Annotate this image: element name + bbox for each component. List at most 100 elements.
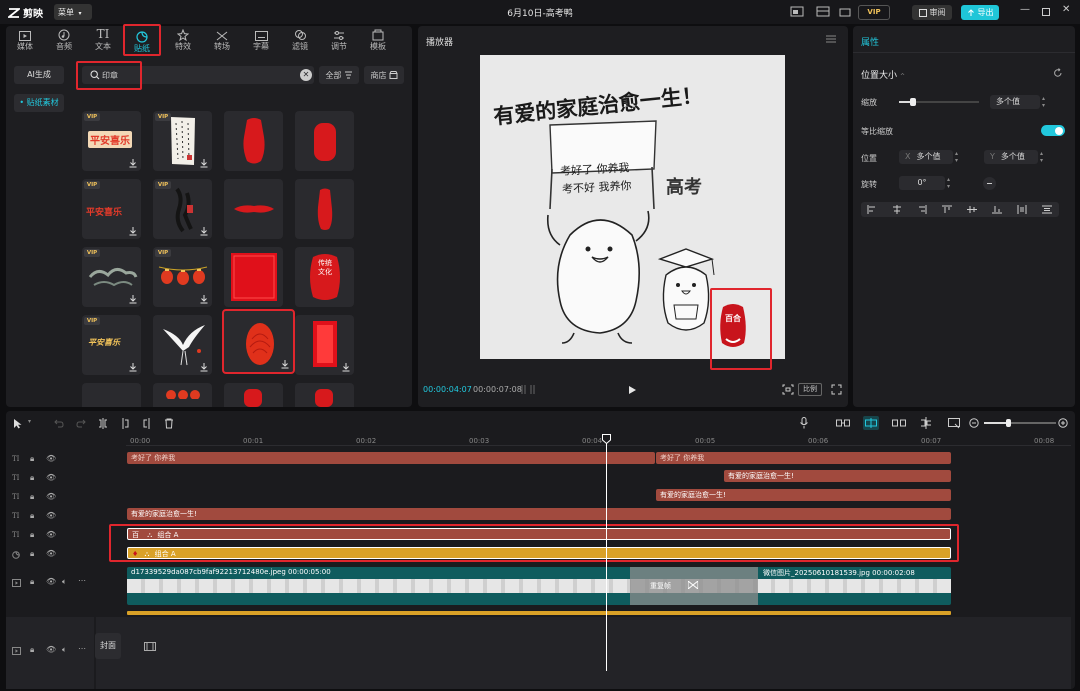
zoom-out-icon[interactable] <box>969 418 979 428</box>
split-icon[interactable] <box>98 418 108 429</box>
sticker-material-item[interactable]: • 贴纸素材 <box>14 94 64 112</box>
split-right-icon[interactable] <box>142 418 152 429</box>
zoom-in-icon[interactable] <box>1058 418 1068 428</box>
transition-bowtie-icon[interactable] <box>688 581 698 589</box>
eye-icon[interactable]: 👁︎ <box>46 577 56 586</box>
split-left-icon[interactable] <box>120 418 130 429</box>
lock-icon[interactable]: 🔒︎ <box>30 549 34 559</box>
lock-icon[interactable]: 🔒︎ <box>30 511 34 521</box>
zoom-slider-thumb[interactable] <box>1006 419 1011 427</box>
review-button[interactable]: 审阅 <box>912 5 952 20</box>
section-title[interactable]: 位置大小 ^ <box>861 68 905 81</box>
waveform-icon[interactable] <box>521 385 535 394</box>
playhead[interactable] <box>606 435 607 671</box>
sticker-item[interactable]: VIP 平安喜乐 <box>82 315 141 375</box>
rotation-value[interactable]: 0° <box>899 176 945 190</box>
sticker-item[interactable] <box>224 247 283 307</box>
lock-icon[interactable]: 🔒︎ <box>30 492 34 502</box>
menu-lines-icon[interactable] <box>826 35 836 43</box>
eye-icon[interactable]: 👁︎ <box>46 549 56 558</box>
align-hcenter-icon[interactable] <box>892 205 902 214</box>
align-vcenter-icon[interactable] <box>967 205 977 214</box>
sticker-item[interactable] <box>295 179 354 239</box>
download-icon[interactable] <box>199 294 209 304</box>
sticker-item[interactable]: VIP <box>82 247 141 307</box>
download-icon[interactable] <box>199 226 209 236</box>
download-icon[interactable] <box>199 158 209 168</box>
distribute-h-icon[interactable] <box>1017 205 1027 214</box>
sticker-item[interactable]: VIP 平安喜乐 <box>82 111 141 171</box>
layout-icon[interactable] <box>816 6 830 18</box>
vip-badge[interactable]: VIP <box>858 5 890 20</box>
audio-clip[interactable] <box>127 611 951 615</box>
snap-icon[interactable] <box>892 419 906 427</box>
main-track-magnet-icon[interactable] <box>863 416 879 430</box>
ai-generate-item[interactable]: AI生成 <box>14 66 64 84</box>
scale-slider-thumb[interactable] <box>910 98 917 106</box>
play-icon[interactable] <box>628 385 637 395</box>
clear-search-icon[interactable]: ✕ <box>300 69 312 81</box>
repeat-frame-overlay[interactable]: 重复帧 <box>630 567 758 605</box>
y-stepper-icon[interactable]: ▴ ▾ <box>1040 150 1048 164</box>
microphone-icon[interactable] <box>800 417 808 429</box>
cover-button[interactable]: 封面 <box>95 633 121 659</box>
lock-icon[interactable]: 🔒︎ <box>30 645 34 655</box>
sticker-item[interactable]: VIP <box>153 111 212 171</box>
download-icon[interactable] <box>128 362 138 372</box>
lock-icon[interactable]: 🔒︎ <box>30 577 34 587</box>
shortcut-icon[interactable] <box>838 6 852 18</box>
text-clip[interactable]: 考好了 你养我 <box>656 452 951 464</box>
align-bottom-icon[interactable] <box>992 205 1002 214</box>
sticker-item[interactable] <box>295 111 354 171</box>
lock-icon[interactable]: 🔒︎ <box>30 454 34 464</box>
cover-preview-icon[interactable] <box>948 417 960 429</box>
playhead-handle-icon[interactable] <box>602 434 611 444</box>
film-icon[interactable] <box>144 642 156 651</box>
eye-icon[interactable]: 👁︎ <box>46 645 56 654</box>
link-clip-icon[interactable] <box>836 419 850 427</box>
preview-axis-icon[interactable] <box>920 417 932 429</box>
distribute-v-icon[interactable] <box>1042 205 1052 214</box>
x-stepper-icon[interactable]: ▴ ▾ <box>955 150 963 164</box>
sticker-item[interactable] <box>224 383 283 407</box>
delete-icon[interactable] <box>164 418 174 429</box>
more-icon[interactable]: ⋯ <box>78 576 86 585</box>
tab-effects[interactable]: 特效 <box>164 26 202 54</box>
tab-sticker[interactable]: 贴纸 <box>123 24 161 56</box>
sticker-item[interactable] <box>295 383 354 407</box>
eye-icon[interactable]: 👁︎ <box>46 511 56 520</box>
tab-filter[interactable]: 滤镜 <box>281 26 319 54</box>
lock-icon[interactable]: 🔒︎ <box>30 473 34 483</box>
eye-icon[interactable]: 👁︎ <box>46 492 56 501</box>
tab-adjust[interactable]: 调节 <box>320 26 358 54</box>
sticker-item[interactable]: 传统文化 <box>295 247 354 307</box>
export-button[interactable]: 导出 <box>961 5 999 20</box>
fit-icon[interactable] <box>782 384 794 395</box>
text-clip[interactable]: 考好了 你养我 <box>127 452 655 464</box>
align-left-icon[interactable] <box>867 205 877 214</box>
zoom-slider-track[interactable] <box>984 419 1056 427</box>
scale-stepper-icon[interactable]: ▴ ▾ <box>1042 95 1050 109</box>
eye-icon[interactable]: 👁︎ <box>46 473 56 482</box>
screen-layout-icon[interactable] <box>790 6 804 18</box>
sticker-item-selected[interactable] <box>222 309 295 374</box>
tab-subtitle[interactable]: 字幕 <box>242 26 280 54</box>
video-clip[interactable]: d17339529da087cb9faf92213712480e.jpeg 00… <box>127 567 951 605</box>
shop-button[interactable]: 商店 <box>364 66 404 84</box>
align-right-icon[interactable] <box>917 205 927 214</box>
download-icon[interactable] <box>341 362 351 372</box>
sticker-item[interactable] <box>224 179 283 239</box>
sticker-item[interactable] <box>82 383 141 407</box>
ratio-button[interactable]: 比例 <box>798 383 822 396</box>
rotation-knob[interactable] <box>983 177 996 190</box>
download-icon[interactable] <box>128 294 138 304</box>
rotation-stepper-icon[interactable]: ▴ ▾ <box>947 176 955 190</box>
maximize-icon[interactable] <box>1042 8 1050 16</box>
more-icon[interactable]: ⋯ <box>78 644 86 653</box>
tab-transition[interactable]: 转场 <box>203 26 241 54</box>
fullscreen-icon[interactable] <box>831 384 842 395</box>
stamp-selection-highlight[interactable] <box>710 288 772 370</box>
scale-slider-track[interactable] <box>899 98 979 106</box>
speaker-icon[interactable]: 🔈︎ <box>62 645 67 655</box>
tab-text[interactable]: TI 文本 <box>84 26 122 54</box>
